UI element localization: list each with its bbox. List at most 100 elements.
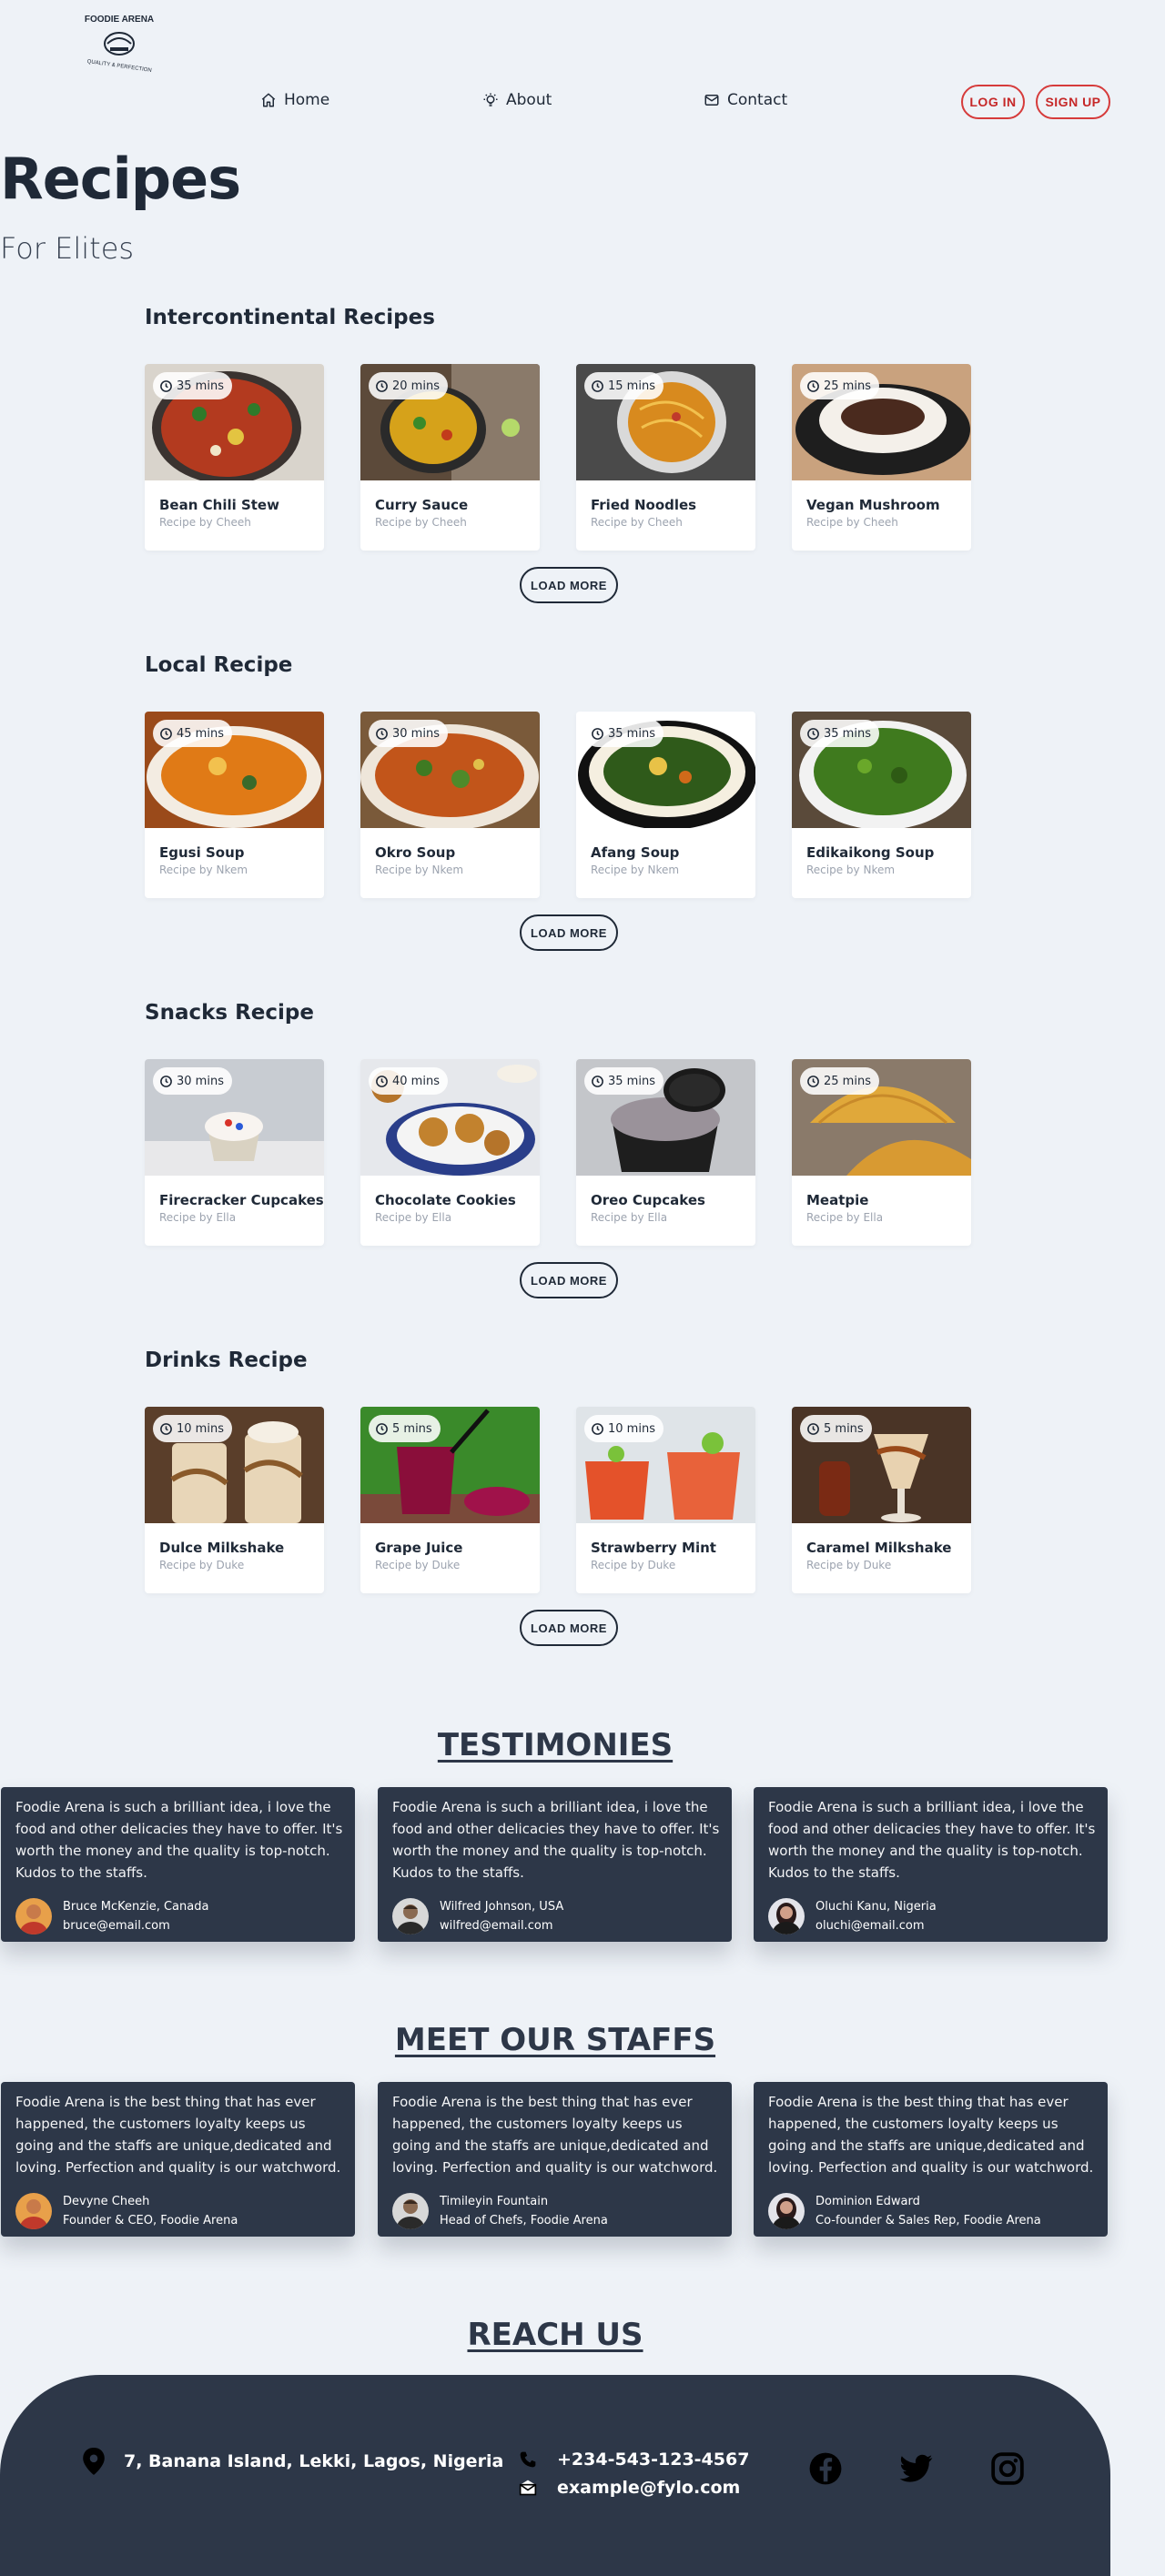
recipe-author: Recipe by Duke [159,1559,245,1571]
testimonial-card: Foodie Arena is such a brilliant idea, i… [754,1787,1108,1942]
time-badge: 35 mins [800,720,879,747]
facebook-icon[interactable] [808,2451,843,2486]
avatar [768,2193,805,2229]
time-badge: 20 mins [369,372,448,399]
recipe-author: Recipe by Duke [375,1559,461,1571]
recipe-card[interactable]: 10 mins Dulce Milkshake Recipe by Duke [145,1407,324,1593]
testimonial-text: Foodie Arena is such a brilliant idea, i… [15,1799,343,1881]
signup-button[interactable]: SIGN UP [1036,85,1110,119]
location-pin-icon [83,2448,105,2475]
time-badge: 10 mins [153,1415,232,1442]
time-badge: 25 mins [800,1067,879,1095]
envelope-icon [704,95,719,106]
nav-home[interactable]: Home [260,91,329,109]
clock-icon [807,1422,819,1435]
clock-icon [160,379,172,392]
recipe-image: 20 mins [360,364,540,480]
phone-text: +234-543-123-4567 [557,2450,750,2470]
time-label: 25 mins [824,1074,871,1088]
testimonial-email: oluchi@email.com [816,1919,925,1933]
time-badge: 40 mins [369,1067,448,1095]
testimonial-text: Foodie Arena is such a brilliant idea, i… [392,1799,720,1881]
recipe-author: Recipe by Cheeh [591,516,683,529]
time-label: 5 mins [392,1421,432,1436]
recipe-image: 40 mins [360,1059,540,1176]
time-badge: 30 mins [153,1067,232,1095]
nav-contact[interactable]: Contact [704,91,787,109]
recipe-card[interactable]: 15 mins Fried Noodles Recipe by Cheeh [576,364,755,551]
site-logo[interactable]: FOODIE ARENA QUALITY & PERFECTION [80,5,158,76]
mail-icon [519,2480,537,2496]
recipe-card[interactable]: 20 mins Curry Sauce Recipe by Cheeh [360,364,540,551]
recipe-card[interactable]: 30 mins Firecracker Cupcakes Recipe by E… [145,1059,324,1246]
recipe-author: Recipe by Ella [375,1211,452,1224]
load-more-button[interactable]: LOAD MORE [520,1262,618,1298]
clock-icon [160,1075,172,1087]
clock-icon [592,727,603,740]
recipe-card[interactable]: 35 mins Bean Chili Stew Recipe by Cheeh [145,364,324,551]
clock-icon [376,1075,388,1087]
recipe-card[interactable]: 35 mins Afang Soup Recipe by Nkem [576,712,755,898]
recipe-author: Recipe by Duke [591,1559,676,1571]
load-more-button[interactable]: LOAD MORE [520,567,618,603]
twitter-icon[interactable] [899,2451,934,2486]
section-title: Drinks Recipe [145,1349,308,1372]
recipe-card[interactable]: 35 mins Oreo Cupcakes Recipe by Ella [576,1059,755,1246]
recipe-name: Okro Soup [375,844,456,861]
staff-card: Foodie Arena is the best thing that has … [378,2082,732,2237]
recipe-card[interactable]: 25 mins Vegan Mushroom Recipe by Cheeh [792,364,971,551]
recipe-card[interactable]: 25 mins Meatpie Recipe by Ella [792,1059,971,1246]
time-badge: 35 mins [584,1067,664,1095]
clock-icon [807,379,819,392]
nav-about[interactable]: About [482,91,552,109]
recipe-name: Curry Sauce [375,497,469,513]
recipe-author: Recipe by Nkem [806,864,896,876]
recipe-author: Recipe by Cheeh [375,516,467,529]
recipe-card[interactable]: 10 mins Strawberry Mint Recipe by Duke [576,1407,755,1593]
clock-icon [160,1422,172,1435]
recipe-name: Edikaikong Soup [806,844,935,861]
testimonial-author: Wilfred Johnson, USA [440,1900,564,1914]
recipe-card[interactable]: 35 mins Edikaikong Soup Recipe by Nkem [792,712,971,898]
recipe-name: Dulce Milkshake [159,1540,285,1556]
recipe-author: Recipe by Ella [806,1211,884,1224]
login-button[interactable]: LOG IN [961,85,1025,119]
load-more-button[interactable]: LOAD MORE [520,914,618,951]
page-title: Recipes [0,146,241,212]
recipe-card[interactable]: 45 mins Egusi Soup Recipe by Nkem [145,712,324,898]
time-badge: 25 mins [800,372,879,399]
recipe-image: 35 mins [792,712,971,828]
recipe-name: Fried Noodles [591,497,697,513]
instagram-icon[interactable] [990,2451,1025,2486]
staff-role: Founder & CEO, Foodie Arena [63,2214,238,2227]
recipe-name: Egusi Soup [159,844,245,861]
time-badge: 35 mins [584,720,664,747]
footer-phone[interactable]: +234-543-123-4567 [519,2450,749,2470]
logo-text-bottom: QUALITY & PERFECTION [86,59,152,74]
staff-card: Foodie Arena is the best thing that has … [1,2082,355,2237]
nav-contact-label: Contact [727,91,788,109]
recipe-author: Recipe by Ella [159,1211,237,1224]
load-more-button[interactable]: LOAD MORE [520,1610,618,1646]
recipe-name: Grape Juice [375,1540,463,1556]
recipe-card[interactable]: 5 mins Grape Juice Recipe by Duke [360,1407,540,1593]
staffs-heading: MEET OUR STAFFS [394,2022,716,2058]
staff-text: Foodie Arena is the best thing that has … [768,2094,1094,2176]
recipe-card[interactable]: 5 mins Caramel Milkshake Recipe by Duke [792,1407,971,1593]
avatar [392,2193,429,2229]
lightbulb-icon [483,93,498,106]
time-label: 15 mins [608,379,655,393]
testimonial-author: Bruce McKenzie, Canada [63,1900,209,1914]
recipe-card[interactable]: 40 mins Chocolate Cookies Recipe by Ella [360,1059,540,1246]
time-label: 35 mins [608,726,655,741]
time-label: 35 mins [824,726,871,741]
testimonials-heading: TESTIMONIES [437,1727,674,1763]
staff-card: Foodie Arena is the best thing that has … [754,2082,1108,2237]
recipe-name: Caramel Milkshake [806,1540,952,1556]
recipe-card[interactable]: 30 mins Okro Soup Recipe by Nkem [360,712,540,898]
recipe-name: Strawberry Mint [591,1540,716,1556]
time-label: 25 mins [824,379,871,393]
recipe-image: 30 mins [145,1059,324,1176]
footer-email[interactable]: example@fylo.com [519,2478,740,2498]
recipe-image: 10 mins [576,1407,755,1523]
